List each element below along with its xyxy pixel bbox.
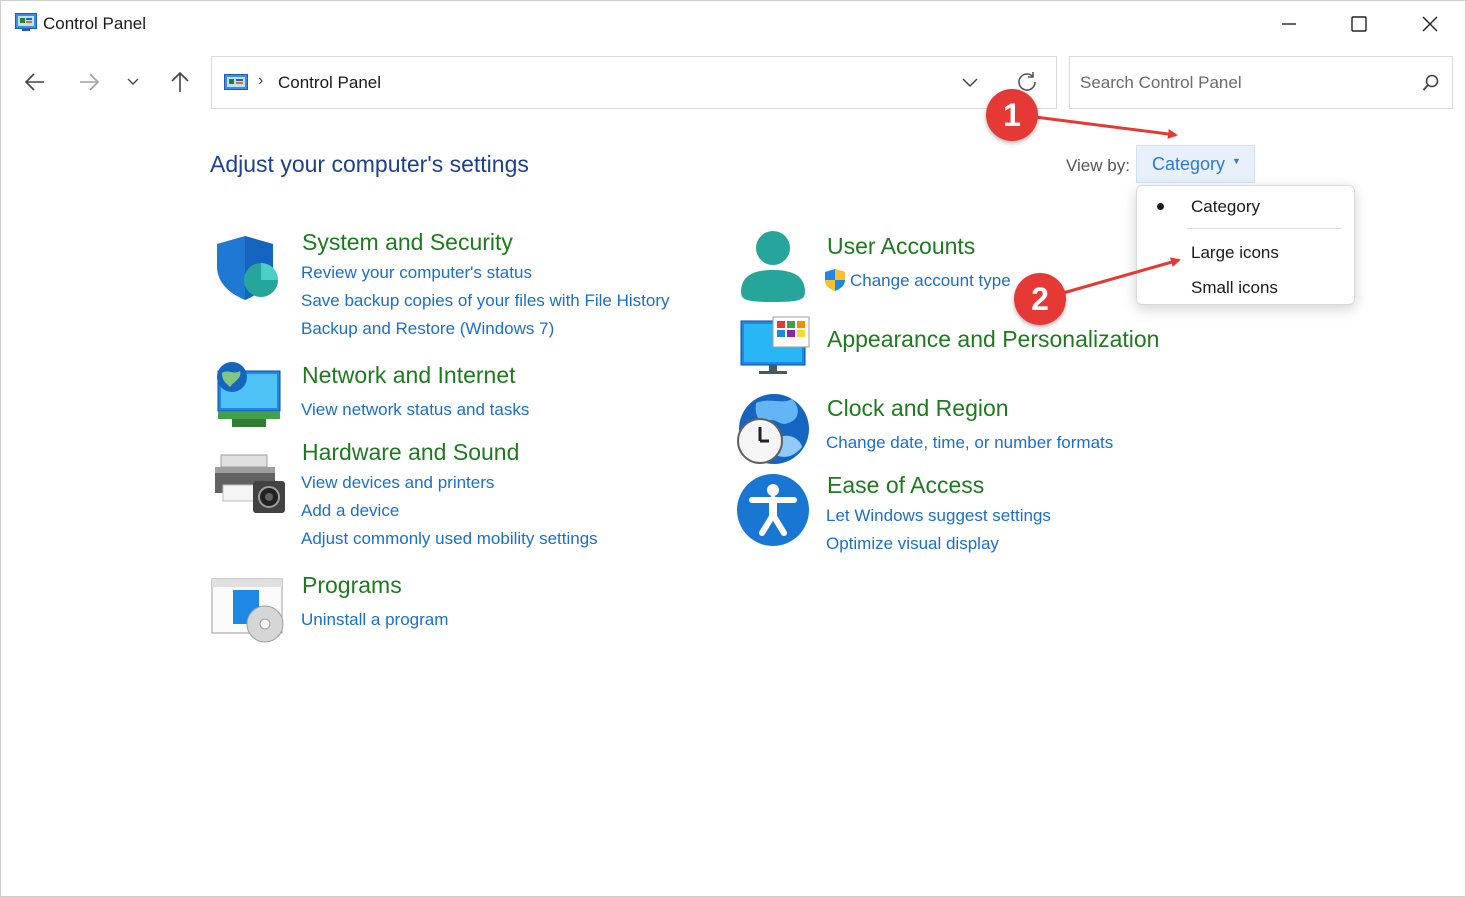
- recent-locations-button[interactable]: [114, 63, 152, 101]
- windows-suggest-settings-link[interactable]: Let Windows suggest settings: [826, 506, 1051, 526]
- programs-title[interactable]: Programs: [302, 572, 402, 599]
- view-by-menu: Category Large icons Small icons: [1136, 185, 1355, 305]
- page-title: Adjust your computer's settings: [210, 151, 529, 177]
- search-box[interactable]: [1069, 56, 1453, 109]
- menu-divider: [1187, 228, 1342, 229]
- minimize-button[interactable]: [1254, 1, 1324, 47]
- system-and-security-title[interactable]: System and Security: [302, 229, 513, 256]
- maximize-icon: [1351, 16, 1367, 32]
- appearance-and-personalization-title[interactable]: Appearance and Personalization: [827, 326, 1159, 353]
- minimize-icon: [1282, 23, 1296, 25]
- view-by-label: View by:: [1066, 156, 1130, 175]
- back-button[interactable]: [16, 63, 54, 101]
- clock-and-region-title[interactable]: Clock and Region: [827, 395, 1009, 422]
- arrow-left-icon: [24, 73, 44, 91]
- devices-and-printers-link[interactable]: View devices and printers: [301, 473, 494, 493]
- uac-shield-icon: [825, 269, 845, 291]
- window-title: Control Panel: [43, 14, 147, 33]
- arrow-right-icon: [80, 73, 100, 91]
- caret-down-icon: ▼: [1232, 156, 1241, 166]
- annotation-badge-2: 2: [1014, 273, 1066, 325]
- search-input[interactable]: [1080, 71, 1410, 95]
- annotation-arrows: [1034, 115, 1181, 295]
- appearance-monitor-icon[interactable]: [739, 315, 811, 375]
- forward-button[interactable]: [70, 63, 108, 101]
- optimize-visual-display-link[interactable]: Optimize visual display: [826, 534, 999, 554]
- file-history-link[interactable]: Save backup copies of your files with Fi…: [301, 291, 670, 311]
- arrow-up-icon: [171, 71, 189, 92]
- chevron-down-icon: [127, 78, 139, 85]
- title-bar: Control Panel: [1, 1, 1465, 47]
- user-accounts-title[interactable]: User Accounts: [827, 233, 975, 260]
- hardware-and-sound-title[interactable]: Hardware and Sound: [302, 439, 519, 466]
- close-button[interactable]: [1395, 1, 1465, 47]
- view-by-dropdown[interactable]: Category ▼: [1136, 145, 1255, 183]
- backup-restore-link[interactable]: Backup and Restore (Windows 7): [301, 319, 554, 339]
- shield-icon[interactable]: [213, 234, 283, 302]
- user-accounts-icon[interactable]: [739, 230, 807, 304]
- ease-of-access-icon[interactable]: [736, 473, 810, 547]
- network-and-internet-title[interactable]: Network and Internet: [302, 362, 516, 389]
- maximize-button[interactable]: [1324, 1, 1394, 47]
- add-device-link[interactable]: Add a device: [301, 501, 399, 521]
- selected-bullet-icon: [1157, 203, 1164, 210]
- address-bar[interactable]: › Control Panel: [211, 56, 1057, 109]
- close-icon: [1422, 16, 1438, 32]
- control-panel-window: Control Panel › Control Panel Search Con…: [0, 0, 1466, 897]
- up-button[interactable]: [161, 63, 199, 101]
- uninstall-program-link[interactable]: Uninstall a program: [301, 610, 448, 630]
- date-time-formats-link[interactable]: Change date, time, or number formats: [826, 433, 1113, 453]
- network-globe-icon[interactable]: [212, 361, 284, 429]
- ease-of-access-title[interactable]: Ease of Access: [827, 472, 984, 499]
- control-panel-breadcrumb-icon: [224, 74, 248, 90]
- view-by-value: Category: [1152, 153, 1226, 174]
- printer-camera-icon[interactable]: [213, 453, 285, 515]
- clock-globe-icon[interactable]: [736, 393, 810, 467]
- annotation-badge-1: 1: [986, 89, 1038, 141]
- change-account-type-link[interactable]: Change account type: [850, 271, 1011, 291]
- search-icon[interactable]: [1422, 74, 1440, 92]
- network-status-link[interactable]: View network status and tasks: [301, 400, 529, 420]
- menu-item-small-icons[interactable]: Small icons: [1191, 278, 1278, 298]
- mobility-settings-link[interactable]: Adjust commonly used mobility settings: [301, 529, 598, 549]
- breadcrumb-control-panel[interactable]: Control Panel: [278, 73, 381, 93]
- programs-icon[interactable]: [211, 578, 285, 644]
- address-history-chevron-icon[interactable]: [960, 72, 980, 92]
- control-panel-app-icon: [15, 13, 37, 31]
- breadcrumb-separator: ›: [258, 72, 264, 89]
- menu-item-large-icons[interactable]: Large icons: [1191, 243, 1279, 263]
- review-computer-status-link[interactable]: Review your computer's status: [301, 263, 532, 283]
- annotation-arrow-1: [1034, 115, 1178, 139]
- menu-item-category[interactable]: Category: [1191, 197, 1260, 217]
